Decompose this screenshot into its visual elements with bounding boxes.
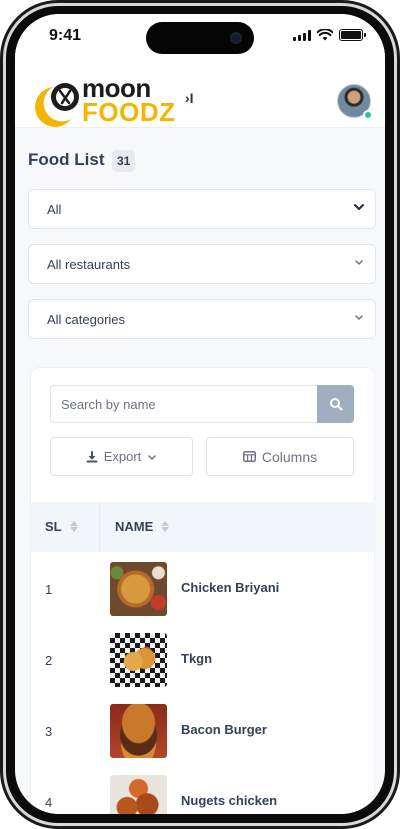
row-sl: 3 xyxy=(45,724,53,739)
row-sl: 4 xyxy=(45,795,53,810)
food-name[interactable]: Chicken Briyani xyxy=(181,580,279,595)
page-title: Food List xyxy=(28,150,105,169)
status-time: 9:41 xyxy=(49,27,82,44)
row-sl: 2 xyxy=(45,653,53,668)
search-input[interactable] xyxy=(50,385,317,423)
download-icon xyxy=(86,450,98,462)
restaurant-filter-value: All restaurants xyxy=(47,257,131,272)
food-name[interactable]: Nugets chicken xyxy=(181,793,277,808)
table-row[interactable]: 4 Nugets chicken xyxy=(31,767,374,814)
status-icons xyxy=(293,29,366,41)
food-name[interactable]: Tkgn xyxy=(181,651,212,666)
columns-button[interactable]: Columns xyxy=(206,437,354,476)
status-bar: 9:41 xyxy=(15,14,385,60)
export-button[interactable]: Export xyxy=(50,437,193,476)
type-filter-value: All xyxy=(47,202,62,217)
columns-label: Columns xyxy=(261,448,318,465)
column-header-name-label: NAME xyxy=(115,519,154,534)
table-columns-icon xyxy=(242,451,256,462)
sort-icon xyxy=(69,521,78,532)
search-button[interactable] xyxy=(317,385,354,423)
dynamic-island xyxy=(146,22,254,54)
restaurant-filter-select[interactable]: All restaurants xyxy=(28,244,376,284)
row-sl: 1 xyxy=(45,582,53,597)
type-filter-select[interactable]: All xyxy=(28,189,376,229)
chevron-down-icon xyxy=(353,311,365,326)
food-thumbnail xyxy=(110,633,167,687)
item-count-badge: 31 xyxy=(112,150,136,172)
chevron-down-icon xyxy=(353,256,365,271)
category-filter-value: All categories xyxy=(47,312,126,327)
table-row[interactable]: 1 Chicken Briyani xyxy=(31,554,374,624)
online-status-dot xyxy=(363,110,373,120)
brand-name-moon: moon xyxy=(82,73,151,103)
food-thumbnail xyxy=(110,704,167,758)
brand-name-foodz: FOODZ xyxy=(82,97,176,127)
app-screen: 9:41 moon FOODZ ›I Food List 31 All All … xyxy=(15,14,385,814)
signal-icon xyxy=(293,29,311,41)
column-header-sl-label: SL xyxy=(45,519,62,534)
sort-icon xyxy=(161,521,170,532)
wifi-icon xyxy=(317,29,333,41)
table-row[interactable]: 2 Tkgn xyxy=(31,625,374,695)
category-filter-select[interactable]: All categories xyxy=(28,299,376,339)
sidebar-toggle-icon[interactable]: ›I xyxy=(185,90,194,106)
chevron-down-icon xyxy=(353,201,365,216)
camera-icon xyxy=(230,32,242,44)
food-thumbnail xyxy=(110,562,167,616)
search-icon xyxy=(329,398,342,411)
export-label: Export xyxy=(103,449,142,464)
food-name[interactable]: Bacon Burger xyxy=(181,722,267,737)
battery-icon xyxy=(339,29,366,41)
app-header: moon FOODZ ›I xyxy=(15,60,385,128)
table-row[interactable]: 3 Bacon Burger xyxy=(31,696,374,766)
table-header: SL NAME xyxy=(31,502,374,552)
column-header-sl[interactable]: SL xyxy=(45,519,78,534)
chevron-down-icon xyxy=(148,454,157,460)
food-thumbnail xyxy=(110,775,167,814)
column-header-name[interactable]: NAME xyxy=(115,519,170,534)
header-divider xyxy=(99,502,100,552)
